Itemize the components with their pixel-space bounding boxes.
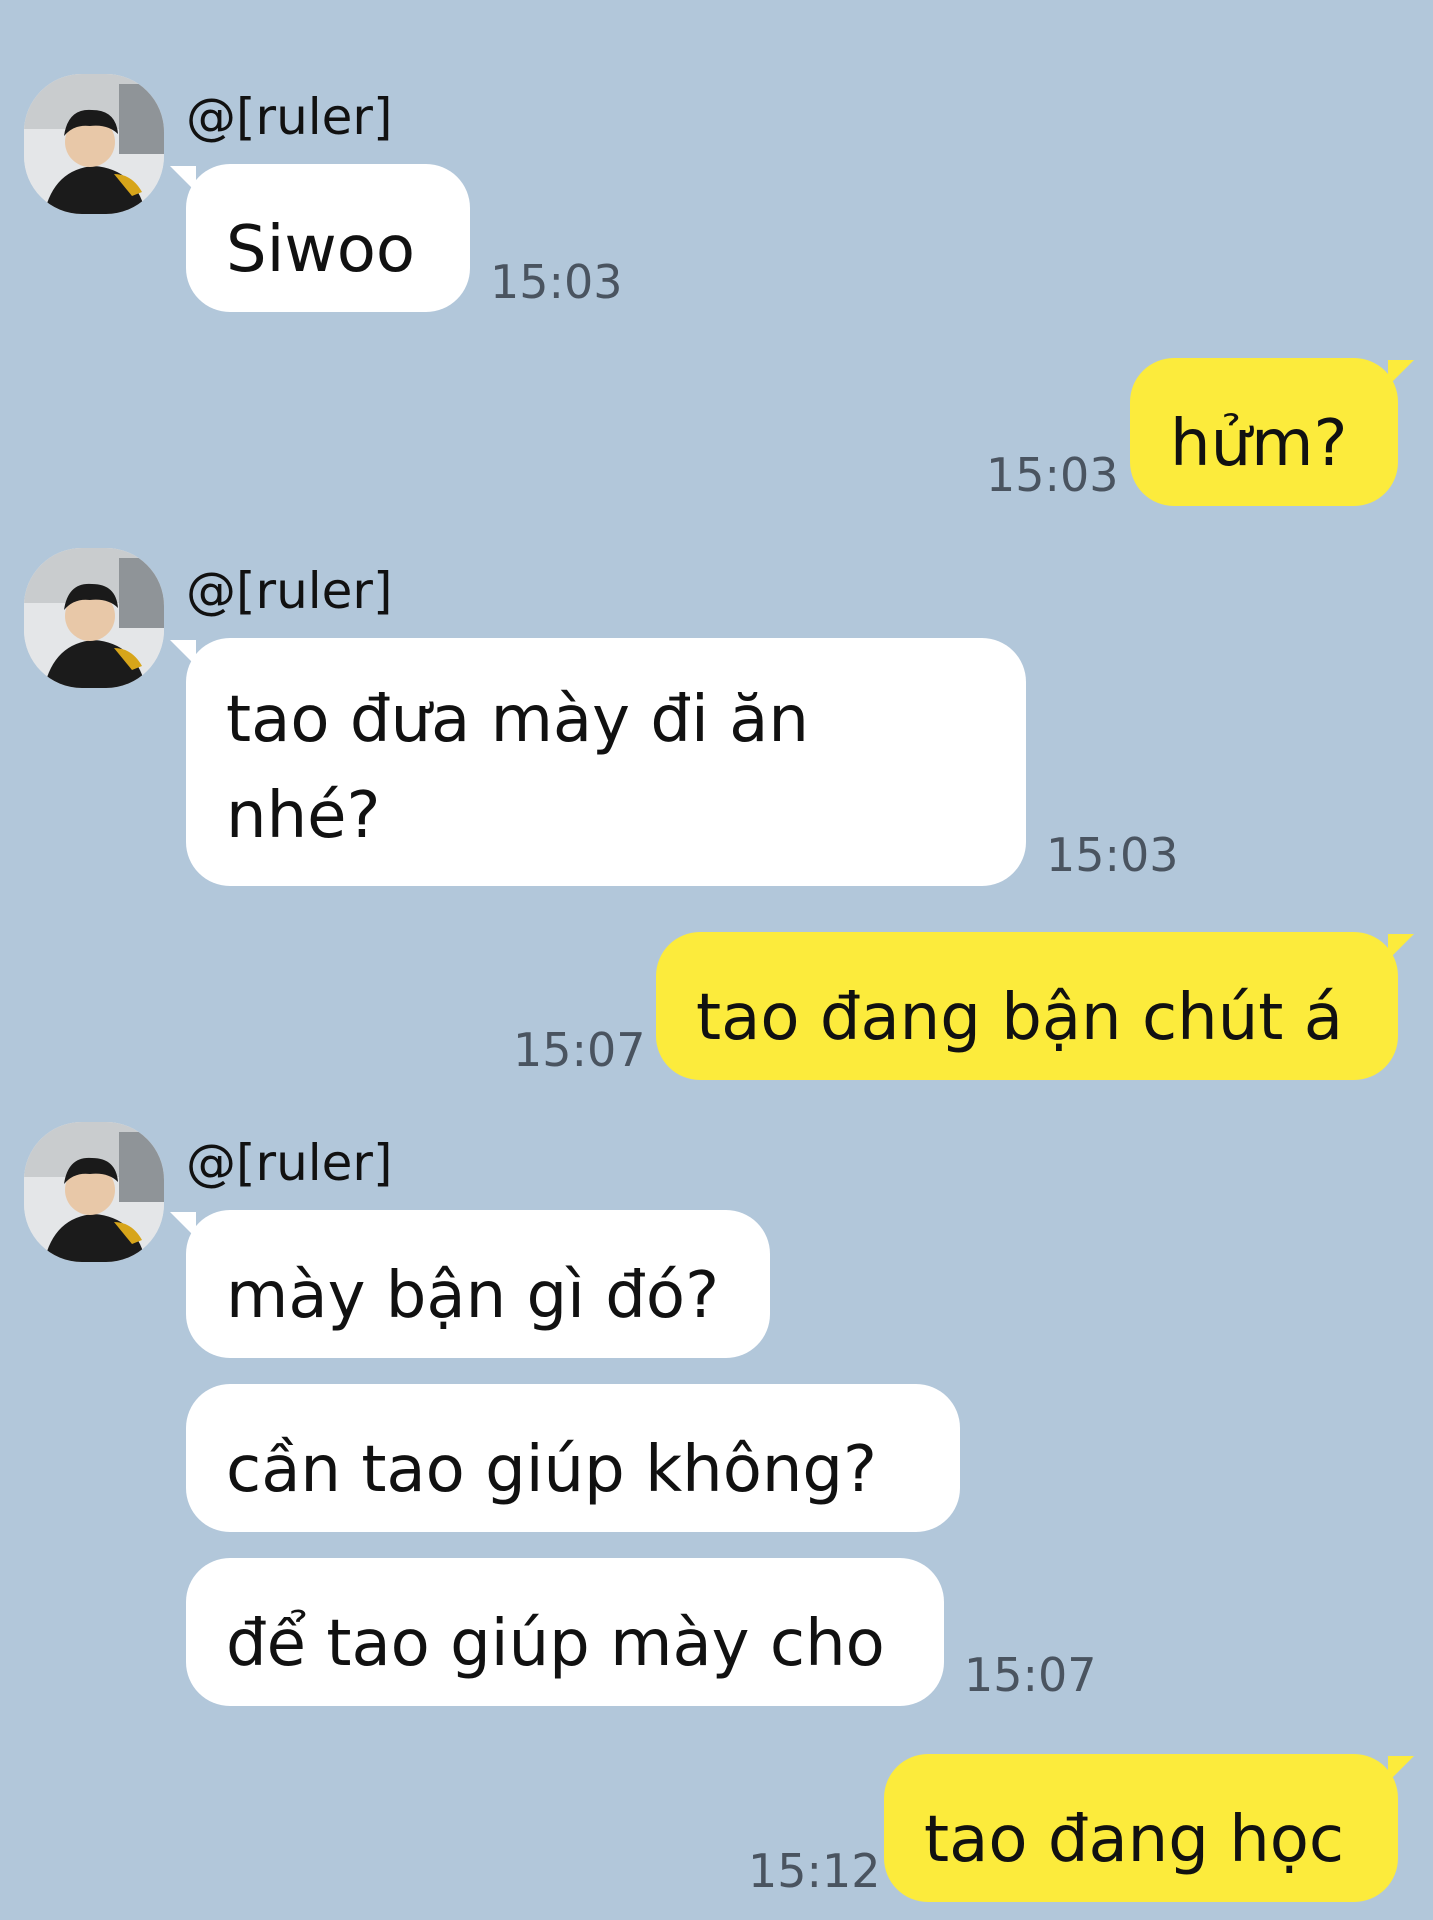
message-bubble-outgoing[interactable]: tao đang học (884, 1754, 1414, 1902)
message-text: cần tao giúp không? (226, 1433, 877, 1507)
avatar[interactable] (24, 74, 164, 214)
sender-name: @[ruler] (186, 88, 393, 146)
avatar-photo-icon (24, 548, 164, 688)
message-bubble[interactable]: mày bận gì đó? (170, 1210, 770, 1358)
avatar[interactable] (24, 548, 164, 688)
message-bubble[interactable]: Siwoo (170, 164, 470, 312)
message-time: 15:07 (964, 1648, 1097, 1702)
message-bubble[interactable]: tao đưa mày đi ăn nhé? (170, 638, 1026, 886)
bubble-tail (170, 1212, 196, 1238)
message-time: 15:03 (1046, 828, 1179, 882)
message-text: mày bận gì đó? (226, 1259, 720, 1333)
message-time: 15:03 (490, 255, 623, 309)
message-bubble-outgoing[interactable]: tao đang bận chút á (656, 932, 1414, 1080)
bubble-tail (1388, 934, 1414, 960)
message-bubble[interactable]: cần tao giúp không? (186, 1384, 960, 1532)
message-time: 15:07 (513, 1023, 646, 1077)
avatar[interactable] (24, 1122, 164, 1262)
message-text: hửm? (1170, 407, 1348, 481)
bubble-tail (1388, 1756, 1414, 1782)
bubble-tail (1388, 360, 1414, 386)
sender-name: @[ruler] (186, 562, 393, 620)
message-text-line: nhé? (226, 779, 381, 853)
message-text-line: tao đưa mày đi ăn (226, 683, 809, 757)
message-time: 15:03 (986, 448, 1119, 502)
sender-name: @[ruler] (186, 1134, 393, 1192)
message-time: 15:12 (748, 1844, 881, 1898)
message-bubble-outgoing[interactable]: hửm? (1130, 358, 1414, 506)
message-text: tao đang bận chút á (696, 981, 1343, 1055)
avatar-photo-icon (24, 1122, 164, 1262)
bubble-tail (170, 640, 196, 666)
message-text: để tao giúp mày cho (226, 1607, 885, 1681)
avatar-photo-icon (24, 74, 164, 214)
message-text: tao đang học (924, 1803, 1345, 1877)
message-text: Siwoo (226, 213, 416, 287)
bubble-tail (170, 166, 196, 192)
message-bubble[interactable]: để tao giúp mày cho (186, 1558, 944, 1706)
